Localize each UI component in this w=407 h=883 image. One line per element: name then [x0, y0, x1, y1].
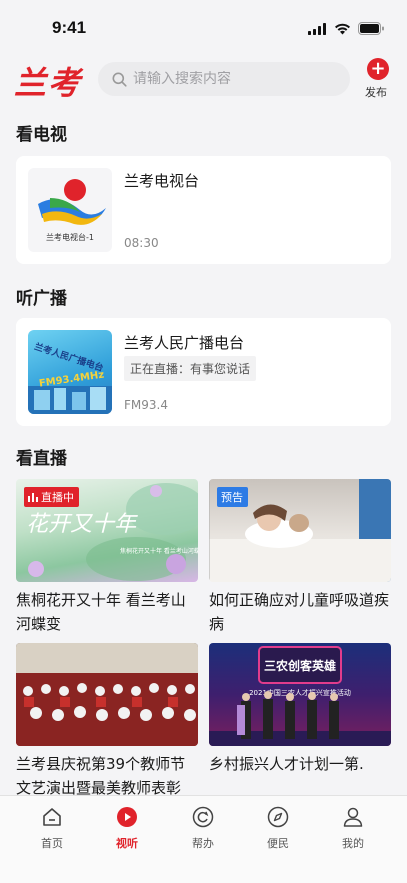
- section-title-tv: 看电视: [16, 125, 67, 145]
- live-item[interactable]: 预告 如何正确应对儿童呼吸道疾病: [209, 479, 391, 636]
- home-icon: [43, 808, 61, 826]
- tv-card[interactable]: 兰考电视台-1 兰考电视台 08:30: [16, 156, 391, 264]
- plus-icon: +: [367, 58, 389, 80]
- radio-logo-icon: 兰考人民广播电台 FM93.4MHz: [28, 340, 112, 414]
- live-item-title: 焦桐花开又十年 看兰考山河蝶变: [16, 591, 186, 633]
- preview-badge: 预告: [217, 487, 248, 507]
- status-bar: 9:41: [0, 0, 407, 56]
- bottom-tab-bar: 首页 视听 帮办 便民 我的: [0, 795, 407, 883]
- section-title-radio: 听广播: [16, 289, 67, 309]
- publish-button[interactable]: + 发布: [365, 58, 391, 100]
- svg-text:三农创客英雄: 三农创客英雄: [264, 658, 336, 673]
- battery-icon: [358, 22, 384, 35]
- compass-icon: [267, 806, 289, 828]
- radio-card[interactable]: 兰考人民广播电台 FM93.4MHz 兰考人民广播电台 正在直播：有事您说话 F…: [16, 318, 391, 426]
- tab-help[interactable]: 帮办: [173, 806, 233, 851]
- status-icons: [308, 22, 385, 35]
- live-item-title: 兰考县庆祝第39个教师节文艺演出暨最美教师表彰: [16, 755, 186, 795]
- search-input[interactable]: [133, 71, 333, 87]
- header: 兰考 + 发布: [0, 56, 407, 104]
- publish-label: 发布: [365, 86, 387, 99]
- play-icon: [117, 807, 137, 827]
- live-item-image: [16, 643, 198, 746]
- tab-mine[interactable]: 我的: [323, 806, 383, 851]
- wifi-icon: [335, 23, 350, 34]
- tab-service[interactable]: 便民: [248, 806, 308, 851]
- live-item[interactable]: 三农创客英雄 2021中国三农人才振兴宣推活动 乡村振兴人才计划一第.: [209, 643, 391, 776]
- status-time: 9:41: [52, 18, 87, 37]
- live-item-image: 花开又十年 焦桐花开又十年 看兰考山河蝶变 直播中: [16, 479, 198, 582]
- live-item[interactable]: 兰考县庆祝第39个教师节文艺演出暨最美教师表彰: [16, 643, 198, 795]
- signal-icon: [308, 22, 326, 35]
- tv-title: 兰考电视台: [124, 172, 200, 190]
- live-item-image: 预告: [209, 479, 391, 582]
- signal-bars-icon: [28, 492, 38, 502]
- live-item[interactable]: 花开又十年 焦桐花开又十年 看兰考山河蝶变 直播中 焦桐花开又十年 看兰考山河蝶…: [16, 479, 198, 636]
- refresh-icon: [192, 806, 214, 828]
- svg-text:兰考人民广播电台: 兰考人民广播电台: [33, 340, 105, 374]
- tab-home[interactable]: 首页: [22, 806, 82, 851]
- radio-thumbnail: 兰考人民广播电台 FM93.4MHz: [28, 330, 112, 414]
- app-logo[interactable]: 兰考: [14, 58, 82, 104]
- radio-live-tag: 正在直播：有事您说话: [124, 356, 257, 381]
- live-item-title: 如何正确应对儿童呼吸道疾病: [209, 591, 390, 633]
- tv-logo-icon: 兰考电视台-1: [38, 179, 106, 242]
- user-icon: [343, 807, 363, 827]
- tv-thumbnail: 兰考电视台-1: [28, 168, 112, 252]
- radio-title: 兰考人民广播电台: [124, 334, 245, 352]
- radio-frequency: FM93.4: [124, 398, 168, 412]
- live-item-title: 乡村振兴人才计划一第.: [209, 755, 364, 773]
- search-icon: [112, 72, 127, 87]
- section-title-live: 看直播: [16, 449, 67, 469]
- live-item-image: 三农创客英雄 2021中国三农人才振兴宣推活动: [209, 643, 391, 746]
- svg-text:兰考电视台-1: 兰考电视台-1: [46, 232, 94, 242]
- svg-text:花开又十年: 花开又十年: [26, 512, 138, 537]
- live-badge: 直播中: [24, 487, 79, 507]
- svg-text:焦桐花开又十年 看兰考山河蝶变: 焦桐花开又十年 看兰考山河蝶变: [120, 547, 198, 555]
- tab-video[interactable]: 视听: [97, 806, 157, 851]
- search-bar[interactable]: [98, 62, 350, 96]
- tv-time: 08:30: [124, 236, 159, 250]
